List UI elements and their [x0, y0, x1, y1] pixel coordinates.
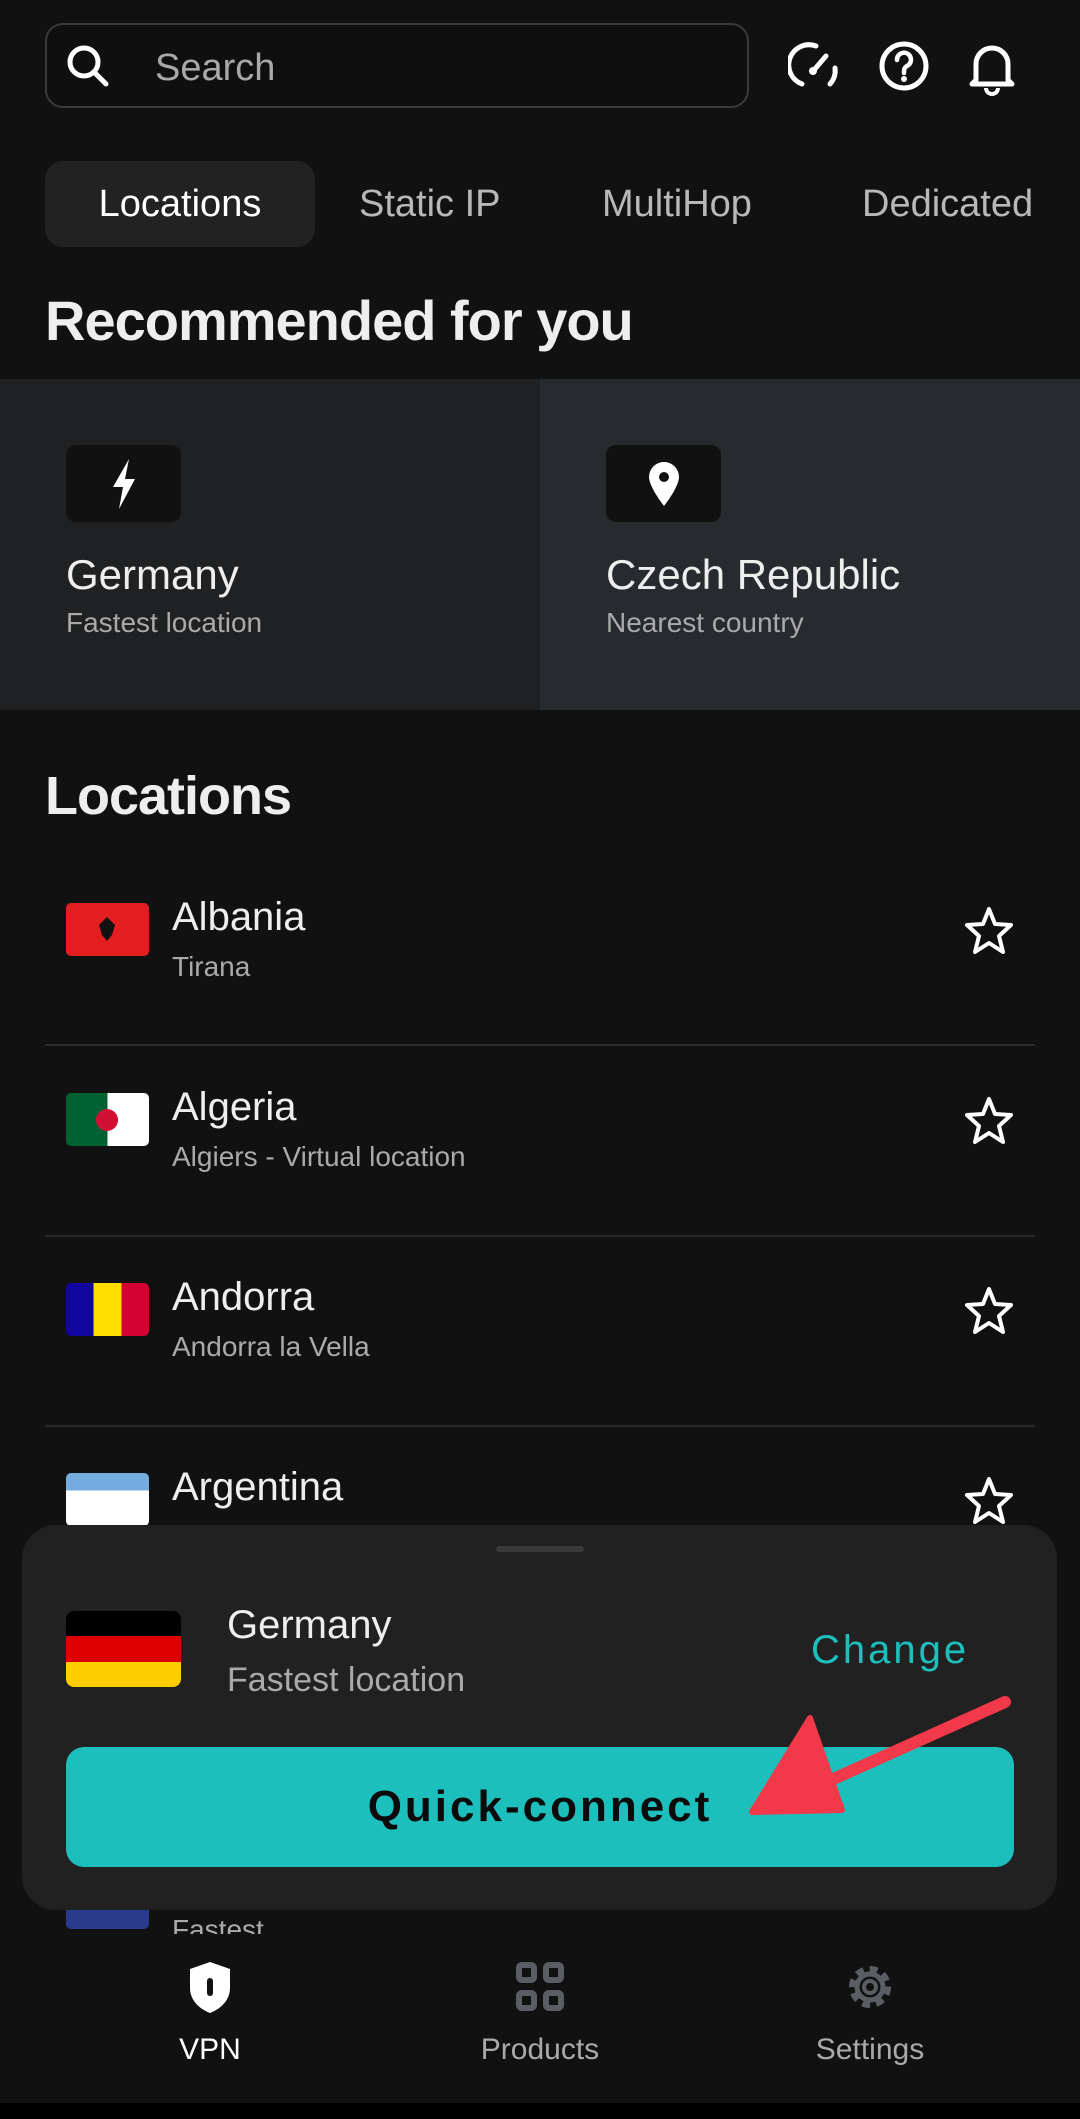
lightning-icon	[66, 445, 181, 522]
recommended-card-nearest[interactable]: Czech Republic Nearest country	[540, 379, 1080, 710]
card-subtitle: Nearest country	[606, 607, 804, 638]
search-icon	[67, 45, 109, 87]
flag-germany-icon	[66, 1611, 181, 1687]
gear-icon	[849, 1966, 891, 2008]
flag-albania-icon	[66, 903, 149, 956]
list-item[interactable]: Albania Tirana	[45, 855, 1035, 1045]
tab-dedicated[interactable]: Dedicated	[818, 161, 1038, 247]
quick-connect-button[interactable]: Quick-connect	[66, 1747, 1014, 1867]
tab-multihop[interactable]: MultiHop	[558, 161, 796, 247]
flag-andorra-icon	[66, 1283, 149, 1336]
list-item[interactable]: Andorra Andorra la Vella	[45, 1235, 1035, 1425]
card-subtitle: Fastest location	[66, 607, 263, 638]
drag-handle[interactable]	[496, 1546, 584, 1552]
flag-argentina-icon	[66, 1473, 149, 1526]
nav-label: Products	[480, 2033, 600, 2066]
star-icon[interactable]	[963, 905, 1015, 957]
location-city: Algiers - Virtual location	[172, 1141, 466, 1172]
nav-label: VPN	[179, 2033, 241, 2066]
speedometer-icon[interactable]	[788, 38, 844, 94]
selected-country-subtitle: Fastest location	[227, 1661, 466, 1699]
star-icon[interactable]	[963, 1285, 1015, 1337]
shield-icon	[190, 1962, 230, 2013]
search-placeholder: Search	[155, 47, 276, 89]
card-title: Czech Republic	[606, 551, 901, 598]
card-title: Germany	[66, 551, 239, 598]
system-bar	[0, 2103, 1080, 2119]
location-city: Andorra la Vella	[172, 1331, 370, 1362]
nav-settings[interactable]: Settings	[690, 1960, 1050, 2067]
star-icon[interactable]	[963, 1475, 1015, 1527]
location-city: Fastest	[172, 1914, 264, 1934]
location-city: Tirana	[172, 951, 251, 982]
recommended-card-fastest[interactable]: Germany Fastest location	[0, 379, 540, 710]
grid-icon	[516, 1962, 564, 2011]
star-icon[interactable]	[963, 1095, 1015, 1147]
bell-icon[interactable]	[964, 36, 1020, 96]
location-name: Andorra	[172, 1275, 315, 1319]
locations-heading: Locations	[45, 766, 292, 826]
location-name: Algeria	[172, 1085, 297, 1129]
location-pin-icon	[606, 445, 721, 522]
tab-static-ip[interactable]: Static IP	[315, 161, 545, 247]
list-item[interactable]: Algeria Algiers - Virtual location	[45, 1045, 1035, 1235]
help-icon[interactable]	[876, 38, 932, 94]
search-input[interactable]: Search	[45, 23, 749, 108]
nav-vpn[interactable]: VPN	[30, 1960, 390, 2067]
quick-connect-sheet: Germany Fastest location Change Quick-co…	[22, 1525, 1057, 1910]
nav-label: Settings	[815, 2033, 925, 2066]
selected-country: Germany	[227, 1603, 392, 1647]
change-button[interactable]: Change	[811, 1628, 969, 1673]
recommended-heading: Recommended for you	[45, 289, 634, 352]
location-name: Albania	[172, 895, 306, 939]
nav-products[interactable]: Products	[360, 1960, 720, 2067]
location-name: Argentina	[172, 1465, 344, 1509]
tab-locations[interactable]: Locations	[45, 161, 315, 247]
flag-algeria-icon	[66, 1093, 149, 1146]
